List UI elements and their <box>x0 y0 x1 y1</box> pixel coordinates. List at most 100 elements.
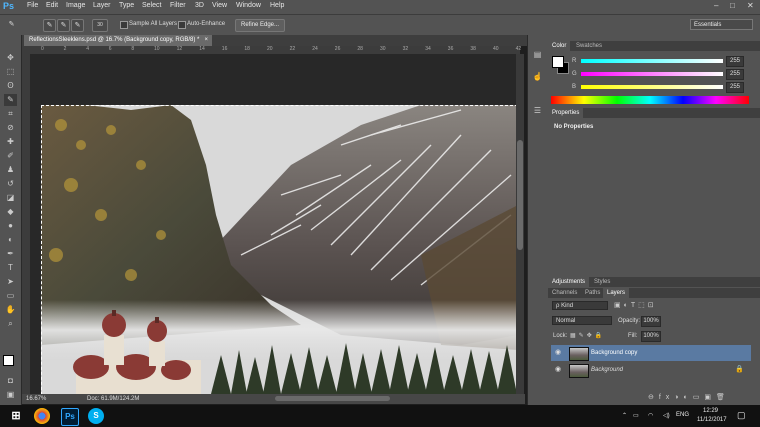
clock-time[interactable]: 12:29 <box>703 408 718 414</box>
menu-3d[interactable]: 3D <box>195 2 204 9</box>
dodge-tool-icon[interactable]: ◐ <box>4 234 17 246</box>
hand-tool-icon[interactable]: ✋ <box>4 304 17 316</box>
opacity-input[interactable]: 100% <box>641 316 661 327</box>
paint-bucket-icon[interactable]: ◆ <box>4 206 17 218</box>
layers-panel-tabs: Channels Paths Layers <box>548 288 760 298</box>
menu-file[interactable]: File <box>27 2 38 9</box>
layer-row-background-copy[interactable]: ◉ Background copy <box>551 345 751 361</box>
tab-swatches[interactable]: Swatches <box>572 41 606 51</box>
zoom-level[interactable]: 16.67% <box>26 394 46 404</box>
crop-tool-icon[interactable]: ⌗ <box>4 108 17 120</box>
brush-size-picker[interactable]: 30 <box>92 19 108 32</box>
blue-value[interactable]: 255 <box>726 82 744 93</box>
properties-panel-icon[interactable]: ☰ <box>531 105 544 117</box>
menu-window[interactable]: Window <box>236 2 261 9</box>
history-panel-icon[interactable]: ▤ <box>531 49 544 61</box>
network-icon[interactable]: ▭ <box>633 412 639 419</box>
menu-type[interactable]: Type <box>119 2 134 9</box>
fill-input[interactable]: 100% <box>641 331 661 342</box>
marquee-tool-icon[interactable]: ⬚ <box>4 66 17 78</box>
ruler-tick-label: 26 <box>334 46 341 52</box>
skype-icon[interactable]: S <box>88 408 104 424</box>
tab-properties[interactable]: Properties <box>548 108 584 118</box>
tab-channels[interactable]: Channels <box>548 288 581 298</box>
foreground-color-swatch[interactable] <box>3 355 14 366</box>
photoshop-logo: Ps <box>3 1 15 11</box>
zoom-tool-icon[interactable]: ⌕ <box>4 318 17 330</box>
tab-color[interactable]: Color <box>548 41 571 51</box>
refine-edge-button[interactable]: Refine Edge... <box>235 19 285 32</box>
foreground-color-swatch[interactable] <box>552 56 564 68</box>
volume-icon[interactable]: ◁) <box>663 412 670 419</box>
language-indicator[interactable]: ENG <box>676 412 689 418</box>
menu-view[interactable]: View <box>212 2 227 9</box>
tab-styles[interactable]: Styles <box>590 277 614 287</box>
photoshop-taskbar-icon[interactable]: Ps <box>61 408 79 426</box>
visibility-eye-icon[interactable]: ◉ <box>555 362 561 378</box>
eraser-tool-icon[interactable]: ◪ <box>4 192 17 204</box>
horizontal-scroll-thumb[interactable] <box>275 396 390 401</box>
start-windows-icon[interactable]: ⊞ <box>8 408 24 424</box>
chrome-icon[interactable] <box>34 408 50 424</box>
green-value[interactable]: 255 <box>726 69 744 80</box>
brush-tool-icon[interactable]: ✐ <box>4 150 17 162</box>
close-window-button[interactable]: ✕ <box>747 1 754 10</box>
quick-selection-tool-icon[interactable]: ✎ <box>4 94 17 106</box>
blur-tool-icon[interactable]: ● <box>4 220 17 232</box>
tab-layers[interactable]: Layers <box>603 288 630 298</box>
type-tool-icon[interactable]: T <box>4 262 17 274</box>
close-document-icon[interactable]: × <box>204 35 208 46</box>
healing-brush-icon[interactable]: ✚ <box>4 136 17 148</box>
layer-filter-icons[interactable]: ▣◐T⬚⊡ <box>614 301 657 309</box>
document-image[interactable] <box>41 105 518 394</box>
quick-mask-icon[interactable]: ◘ <box>4 375 17 387</box>
move-tool-icon[interactable]: ✥ <box>4 52 17 64</box>
add-to-selection-icon[interactable]: ✎ <box>57 19 70 32</box>
history-brush-icon[interactable]: ↺ <box>4 178 17 190</box>
menu-edit[interactable]: Edit <box>46 2 58 9</box>
path-selection-icon[interactable]: ➤ <box>4 276 17 288</box>
layer-action-icons[interactable]: ⊖fx◑◐▭▣🗑 <box>648 393 730 401</box>
vertical-scroll-thumb[interactable] <box>517 140 523 250</box>
lasso-tool-icon[interactable]: ʘ <box>4 80 17 92</box>
menu-help[interactable]: Help <box>270 2 284 9</box>
action-center-icon[interactable]: ▢ <box>737 410 746 421</box>
menu-image[interactable]: Image <box>66 2 85 9</box>
wifi-icon[interactable]: ◠ <box>648 412 653 419</box>
color-spectrum-bar[interactable] <box>551 96 749 104</box>
rectangle-tool-icon[interactable]: ▭ <box>4 290 17 302</box>
screen-mode-icon[interactable]: ▣ <box>4 389 17 401</box>
mountain-lake-photo <box>41 105 518 394</box>
blue-slider[interactable] <box>581 85 723 89</box>
layer-row-background[interactable]: ◉ Background 🔒 <box>551 362 751 378</box>
pen-tool-icon[interactable]: ✒ <box>4 248 17 260</box>
lock-label: Lock: <box>553 333 568 339</box>
clock-date[interactable]: 11/12/2017 <box>697 417 727 423</box>
menu-layer[interactable]: Layer <box>93 2 111 9</box>
red-channel-label: R <box>572 58 577 64</box>
maximize-button[interactable]: □ <box>730 1 735 10</box>
green-slider[interactable] <box>581 72 723 76</box>
visibility-eye-icon[interactable]: ◉ <box>555 345 561 361</box>
subtract-from-selection-icon[interactable]: ✎ <box>71 19 84 32</box>
auto-enhance-checkbox[interactable] <box>178 21 186 29</box>
lock-icons[interactable]: ▦✎✥🔒 <box>570 332 605 339</box>
actions-panel-icon[interactable]: ☝ <box>531 71 544 83</box>
red-value[interactable]: 255 <box>726 56 744 67</box>
clone-stamp-icon[interactable]: ♟ <box>4 164 17 176</box>
tray-chevron-icon[interactable]: ⌃ <box>622 412 627 419</box>
workspace-select[interactable]: Essentials <box>690 19 753 30</box>
red-slider[interactable] <box>581 59 723 63</box>
tab-adjustments[interactable]: Adjustments <box>548 277 590 287</box>
menu-select[interactable]: Select <box>142 2 161 9</box>
document-tab[interactable]: ReflectionsSleeklens.psd @ 16.7% (Backgr… <box>24 35 212 46</box>
quick-selection-tool-icon[interactable]: ✎ <box>6 19 17 30</box>
menu-filter[interactable]: Filter <box>170 2 186 9</box>
new-selection-icon[interactable]: ✎ <box>43 19 56 32</box>
minimize-button[interactable]: – <box>714 1 718 10</box>
tab-paths[interactable]: Paths <box>581 288 604 298</box>
eyedropper-tool-icon[interactable]: ⊘ <box>4 122 17 134</box>
sample-all-layers-checkbox[interactable] <box>120 21 128 29</box>
blend-mode-select[interactable]: Normal <box>552 316 612 325</box>
layer-filter-kind[interactable]: ρ Kind <box>552 301 608 310</box>
